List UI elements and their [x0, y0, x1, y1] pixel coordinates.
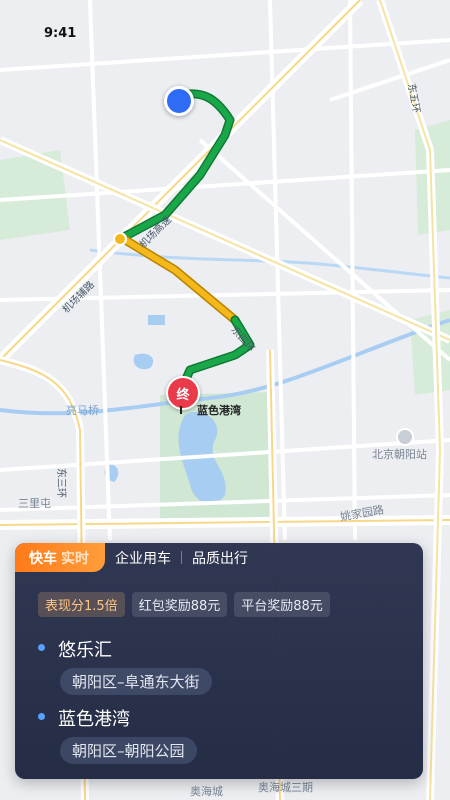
reward-badges: 表现分1.5倍 红包奖励88元 平台奖励88元	[38, 592, 330, 617]
destination-name: 蓝色港湾	[58, 709, 130, 730]
origin-marker	[164, 86, 194, 116]
destination-pin-stem	[180, 406, 182, 414]
lake	[148, 315, 165, 325]
tab-express[interactable]: 快车 实时	[15, 543, 105, 572]
place-label-liangmaqiao: 亮马桥	[66, 404, 99, 417]
tab-premium-label: 品质出行	[192, 550, 248, 567]
tab-express-realtime: 实时	[61, 550, 89, 567]
place-label-aohaicheng-3: 奥海城三期	[258, 781, 313, 794]
road-label-dongsanhuan: 东三环	[55, 468, 66, 498]
train-station-icon	[396, 428, 414, 446]
order-type-tabs: 快车 实时 企业用车 品质出行	[15, 543, 258, 572]
badge-performance: 表现分1.5倍	[38, 592, 125, 617]
origin-name: 悠乐汇	[58, 640, 112, 661]
tab-enterprise[interactable]: 企业用车	[105, 543, 181, 572]
badge-platform: 平台奖励88元	[234, 592, 330, 617]
route-waypoint	[113, 232, 127, 246]
tab-express-label: 快车	[29, 550, 57, 567]
order-card[interactable]: 快车 实时 企业用车 品质出行 表现分1.5倍 红包奖励88元 平台奖励88元 …	[15, 543, 423, 779]
tab-enterprise-label: 企业用车	[115, 550, 171, 567]
place-label-sanlitun: 三里屯	[18, 497, 51, 510]
destination-dot-icon	[38, 713, 45, 720]
badge-red-packet: 红包奖励88元	[131, 592, 228, 617]
place-label-station: 北京朝阳站	[372, 448, 427, 461]
status-bar-time: 9:41	[44, 26, 77, 41]
tab-premium[interactable]: 品质出行	[182, 543, 258, 572]
place-label-aohaicheng: 奥海城	[190, 785, 223, 798]
destination-pin: 终	[166, 376, 200, 410]
origin-address: 朝阳区–阜通东大街	[60, 668, 212, 695]
origin-dot-icon	[38, 644, 45, 651]
destination-map-label: 蓝色港湾	[197, 404, 241, 417]
destination-address: 朝阳区–朝阳公园	[60, 737, 197, 764]
